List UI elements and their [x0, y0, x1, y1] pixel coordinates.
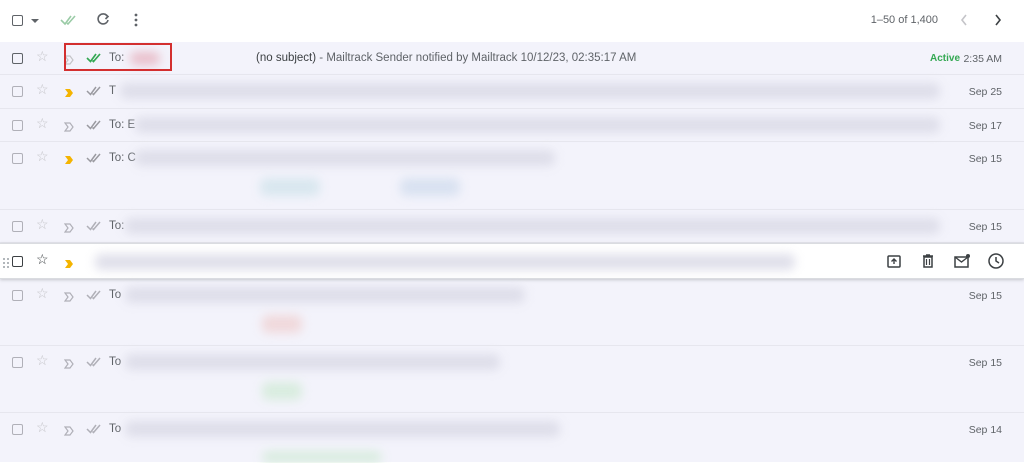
row-checkbox[interactable] — [12, 256, 23, 267]
more-vert-icon[interactable] — [133, 13, 139, 27]
date: Sep 17 — [968, 120, 1002, 132]
highlight-annotation-box — [64, 43, 172, 71]
importance-icon[interactable] — [63, 220, 74, 238]
date: Sep 25 — [968, 86, 1002, 98]
star-icon[interactable]: ☆ — [36, 149, 49, 163]
read-receipt-icon — [86, 355, 104, 373]
pagination-text: 1–50 of 1,400 — [870, 14, 938, 26]
read-receipt-icon — [86, 118, 104, 136]
row-checkbox[interactable] — [12, 357, 23, 368]
snooze-icon[interactable] — [986, 251, 1006, 271]
list-toolbar: 1–50 of 1,400 — [0, 0, 1024, 42]
recipient: To: C — [109, 152, 136, 164]
date: 2:35 AM — [963, 53, 1002, 65]
importance-icon[interactable] — [63, 356, 74, 374]
email-row[interactable]: ☆ T Sep 25 — [0, 75, 1024, 109]
star-icon[interactable]: ☆ — [36, 116, 49, 130]
email-row[interactable]: ☆ To: C Sep 15 — [0, 142, 1024, 210]
chevron-left-icon[interactable] — [960, 14, 968, 26]
email-row[interactable]: ☆ To Sep 14 — [0, 413, 1024, 463]
star-icon[interactable]: ☆ — [36, 286, 49, 300]
importance-icon[interactable] — [63, 289, 74, 307]
star-icon[interactable]: ☆ — [36, 82, 49, 96]
importance-icon[interactable] — [64, 85, 74, 103]
date: Sep 15 — [968, 290, 1002, 302]
select-caret-icon[interactable] — [31, 19, 39, 23]
recipient: To — [109, 356, 122, 368]
blurred-content — [125, 354, 500, 370]
email-row[interactable]: ☆ To: Sep 15 — [0, 210, 1024, 243]
delete-icon[interactable] — [918, 251, 938, 271]
blurred-attachment — [262, 315, 302, 333]
row-actions — [884, 251, 1006, 271]
date: Sep 15 — [968, 153, 1002, 165]
star-icon[interactable]: ☆ — [36, 49, 49, 63]
blurred-content — [95, 254, 795, 270]
blurred-attachment — [262, 451, 382, 463]
read-receipt-icon — [86, 422, 104, 440]
importance-icon[interactable] — [63, 423, 74, 441]
archive-icon[interactable] — [884, 251, 904, 271]
recipient: To: E — [109, 119, 136, 131]
email-row[interactable]: ☆ To: E Sep 17 — [0, 109, 1024, 142]
star-icon[interactable]: ☆ — [36, 420, 49, 434]
recipient: To: — [109, 220, 125, 232]
recipient: T — [109, 85, 117, 97]
email-row[interactable]: ☆ To Sep 15 — [0, 279, 1024, 346]
blurred-attachment — [262, 382, 302, 400]
subject-line: (no subject) - Mailtrack Sender notified… — [256, 52, 636, 64]
blurred-content — [135, 117, 940, 133]
blurred-content — [125, 421, 560, 437]
row-checkbox[interactable] — [12, 86, 23, 97]
row-checkbox[interactable] — [12, 221, 23, 232]
blurred-content — [125, 218, 940, 234]
email-list: ☆ To: (no subject) - Mailtrack Sender no… — [0, 42, 1024, 463]
mark-read-icon[interactable] — [60, 13, 80, 27]
row-checkbox[interactable] — [12, 290, 23, 301]
recipient: To — [109, 289, 122, 301]
row-checkbox[interactable] — [12, 424, 23, 435]
star-icon[interactable]: ☆ — [36, 353, 49, 367]
importance-icon[interactable] — [63, 119, 74, 137]
read-receipt-icon — [86, 219, 104, 237]
email-row[interactable]: ☆ To Sep 15 — [0, 346, 1024, 413]
blurred-content — [125, 287, 525, 303]
row-checkbox[interactable] — [12, 53, 23, 64]
snippet: - Mailtrack Sender notified by Mailtrack… — [316, 52, 637, 64]
importance-icon[interactable] — [64, 152, 74, 170]
importance-icon[interactable] — [64, 256, 74, 274]
blurred-attachment — [260, 178, 320, 196]
select-all-checkbox[interactable] — [12, 15, 23, 26]
status-badge: Active — [929, 53, 960, 64]
star-icon[interactable]: ☆ — [36, 217, 49, 231]
read-receipt-icon — [86, 151, 104, 169]
chevron-right-icon[interactable] — [994, 14, 1002, 26]
blurred-content — [120, 83, 940, 99]
blurred-content — [135, 150, 555, 166]
date: Sep 15 — [968, 357, 1002, 369]
blurred-attachment — [400, 178, 460, 196]
row-checkbox[interactable] — [12, 153, 23, 164]
subject: (no subject) — [256, 52, 317, 64]
refresh-icon[interactable] — [96, 12, 110, 26]
date: Sep 14 — [968, 424, 1002, 436]
mark-unread-icon[interactable] — [952, 251, 972, 271]
drag-handle-icon[interactable] — [2, 256, 10, 274]
star-icon[interactable]: ☆ — [36, 252, 49, 266]
read-receipt-icon — [86, 84, 104, 102]
recipient: To — [109, 423, 122, 435]
email-row-hovered[interactable]: ☆ — [0, 243, 1024, 279]
row-checkbox[interactable] — [12, 120, 23, 131]
date: Sep 15 — [968, 221, 1002, 233]
read-receipt-icon — [86, 288, 104, 306]
